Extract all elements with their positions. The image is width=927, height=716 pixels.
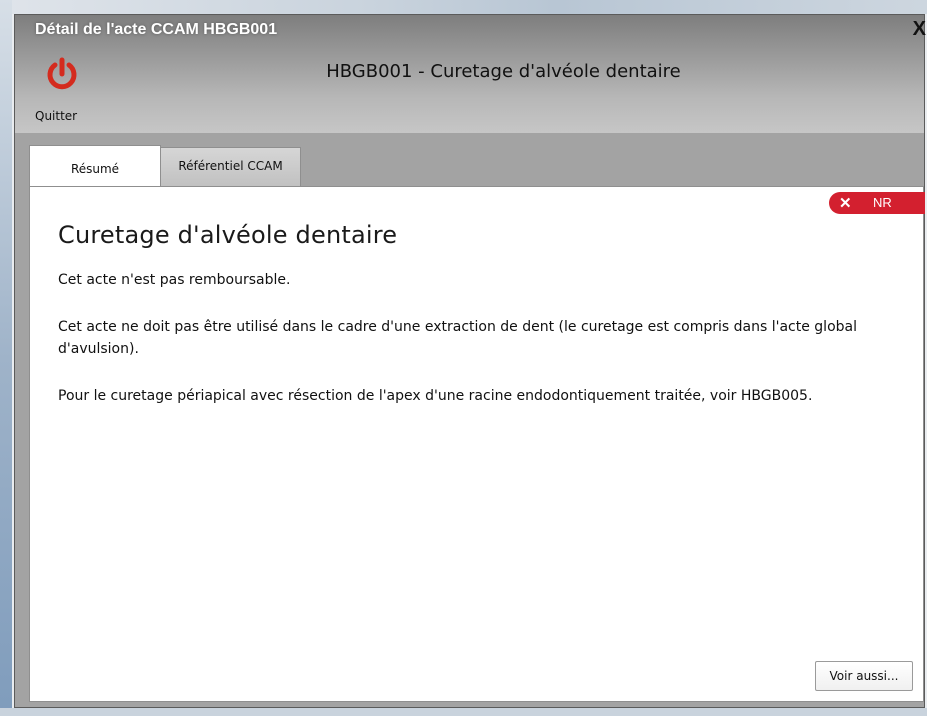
badge-label: NR (873, 195, 892, 210)
tab-resume[interactable]: Résumé (29, 145, 161, 188)
desktop-background-left (0, 0, 12, 716)
see-also-button[interactable]: Voir aussi... (815, 661, 913, 691)
summary-panel: ✕ NR Curetage d'alvéole dentaire Cet act… (29, 186, 925, 702)
paragraph: Cet acte ne doit pas être utilisé dans l… (58, 319, 857, 357)
paragraph: Pour le curetage périapical avec résecti… (58, 388, 813, 404)
tab-referentiel-ccam[interactable]: Référentiel CCAM (161, 147, 301, 187)
act-header-title: HBGB001 - Curetage d'alvéole dentaire (326, 61, 681, 82)
x-icon: ✕ (839, 195, 852, 212)
quit-label: Quitter (35, 109, 78, 123)
tab-strip: Résumé Référentiel CCAM (29, 145, 924, 188)
window-title: Détail de l'acte CCAM HBGB001 (35, 21, 278, 38)
title-bar: Détail de l'acte CCAM HBGB001 X Quitter … (15, 15, 926, 133)
ccam-detail-window: Détail de l'acte CCAM HBGB001 X Quitter … (14, 14, 926, 708)
desktop-background (0, 0, 927, 14)
non-reimbursable-badge: ✕ NR (829, 192, 925, 214)
close-window-button[interactable]: X (913, 19, 926, 39)
paragraph: Cet acte n'est pas remboursable. (58, 272, 291, 288)
act-title: Curetage d'alvéole dentaire (58, 221, 398, 249)
desktop-background-bottom (0, 708, 927, 716)
